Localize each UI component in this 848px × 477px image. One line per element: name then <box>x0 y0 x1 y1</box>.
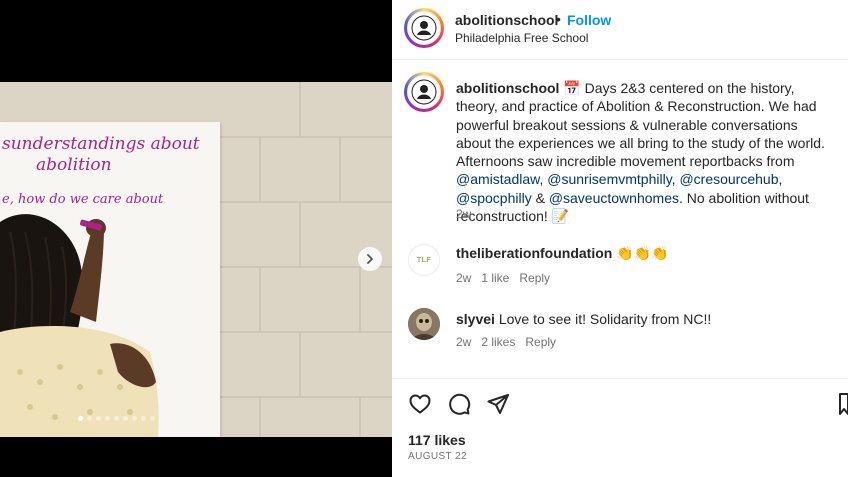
avatar-logo-text: TLF <box>416 256 432 264</box>
caption-avatar[interactable] <box>404 72 444 112</box>
next-slide-button[interactable] <box>358 247 382 271</box>
reply-button[interactable]: Reply <box>525 335 556 349</box>
avatar[interactable] <box>404 8 444 48</box>
save-button[interactable] <box>838 392 848 416</box>
comment-likes[interactable]: 1 like <box>481 271 509 285</box>
carousel-dot <box>96 416 101 421</box>
comment-username[interactable]: slyvei <box>456 311 495 327</box>
comment-meta: 2w 2 likes Reply <box>456 335 556 349</box>
carousel-dot <box>105 416 110 421</box>
mention-link[interactable]: @cresourcehub <box>679 171 778 187</box>
comment-meta: 2w 1 like Reply <box>456 271 550 285</box>
mention-link[interactable]: @saveuctownhomes <box>549 190 679 206</box>
comment-body: 👏👏👏 <box>616 245 669 261</box>
follow-button[interactable]: Follow <box>567 12 611 28</box>
post-date: AUGUST 22 <box>408 451 467 462</box>
likes-count[interactable]: 117 likes <box>408 432 466 448</box>
caption-username[interactable]: abolitionschool <box>456 80 559 96</box>
carousel-dot <box>87 416 92 421</box>
divider <box>392 378 848 379</box>
comment-icon <box>449 393 471 415</box>
post-header: abolitionschool • Follow Philadelphia Fr… <box>392 0 848 60</box>
carousel-dot <box>141 416 146 421</box>
carousel-dot <box>114 416 119 421</box>
comment-timestamp[interactable]: 2w <box>456 271 471 285</box>
carousel-dot <box>132 416 137 421</box>
mention-link[interactable]: @spocphilly <box>456 190 532 206</box>
carousel-indicator <box>78 416 155 421</box>
carousel-dot <box>123 416 128 421</box>
comment-likes[interactable]: 2 likes <box>481 335 515 349</box>
comment: slyvei Love to see it! Solidarity from N… <box>456 311 711 327</box>
mention-link[interactable]: @amistadlaw <box>456 171 539 187</box>
reply-button[interactable]: Reply <box>519 271 550 285</box>
user-photo-icon <box>408 308 440 340</box>
mention-link[interactable]: @sunrisemvmtphilly <box>547 171 671 187</box>
share-icon <box>487 394 509 414</box>
comment-username[interactable]: theliberationfoundation <box>456 245 612 261</box>
like-button[interactable] <box>408 392 432 416</box>
comment-avatar[interactable]: TLF <box>408 244 440 276</box>
calendar-emoji: 📅 <box>563 80 581 96</box>
school-logo-icon <box>411 15 437 41</box>
bookmark-icon <box>839 393 848 415</box>
chevron-right-icon <box>367 254 373 264</box>
school-logo-icon <box>411 79 437 105</box>
separator: • <box>556 11 561 27</box>
caption-separator: , <box>778 171 783 188</box>
post-photo[interactable]: sunderstandings about abolition e, how d… <box>0 82 392 437</box>
post-location[interactable]: Philadelphia Free School <box>455 31 588 45</box>
carousel-dot <box>78 416 83 421</box>
carousel-dot <box>150 416 155 421</box>
caption-timestamp[interactable]: 2w <box>456 207 471 221</box>
share-button[interactable] <box>486 392 510 416</box>
caption-separator: & <box>531 189 549 206</box>
post-username[interactable]: abolitionschool <box>455 12 558 28</box>
post-caption: abolitionschool 📅 Days 2&3 centered on t… <box>456 79 832 225</box>
person-writing <box>0 214 159 437</box>
comment-avatar[interactable] <box>408 308 440 340</box>
heart-icon <box>409 394 431 414</box>
post-details-panel: abolitionschool • Follow Philadelphia Fr… <box>392 0 848 477</box>
memo-emoji: 📝 <box>551 208 570 225</box>
comment: theliberationfoundation 👏👏👏 <box>456 245 669 262</box>
comment-timestamp[interactable]: 2w <box>456 335 471 349</box>
comment-button[interactable] <box>447 392 471 416</box>
post-media: sunderstandings about abolition e, how d… <box>0 0 392 477</box>
comment-body: Love to see it! Solidarity from NC!! <box>498 311 712 327</box>
